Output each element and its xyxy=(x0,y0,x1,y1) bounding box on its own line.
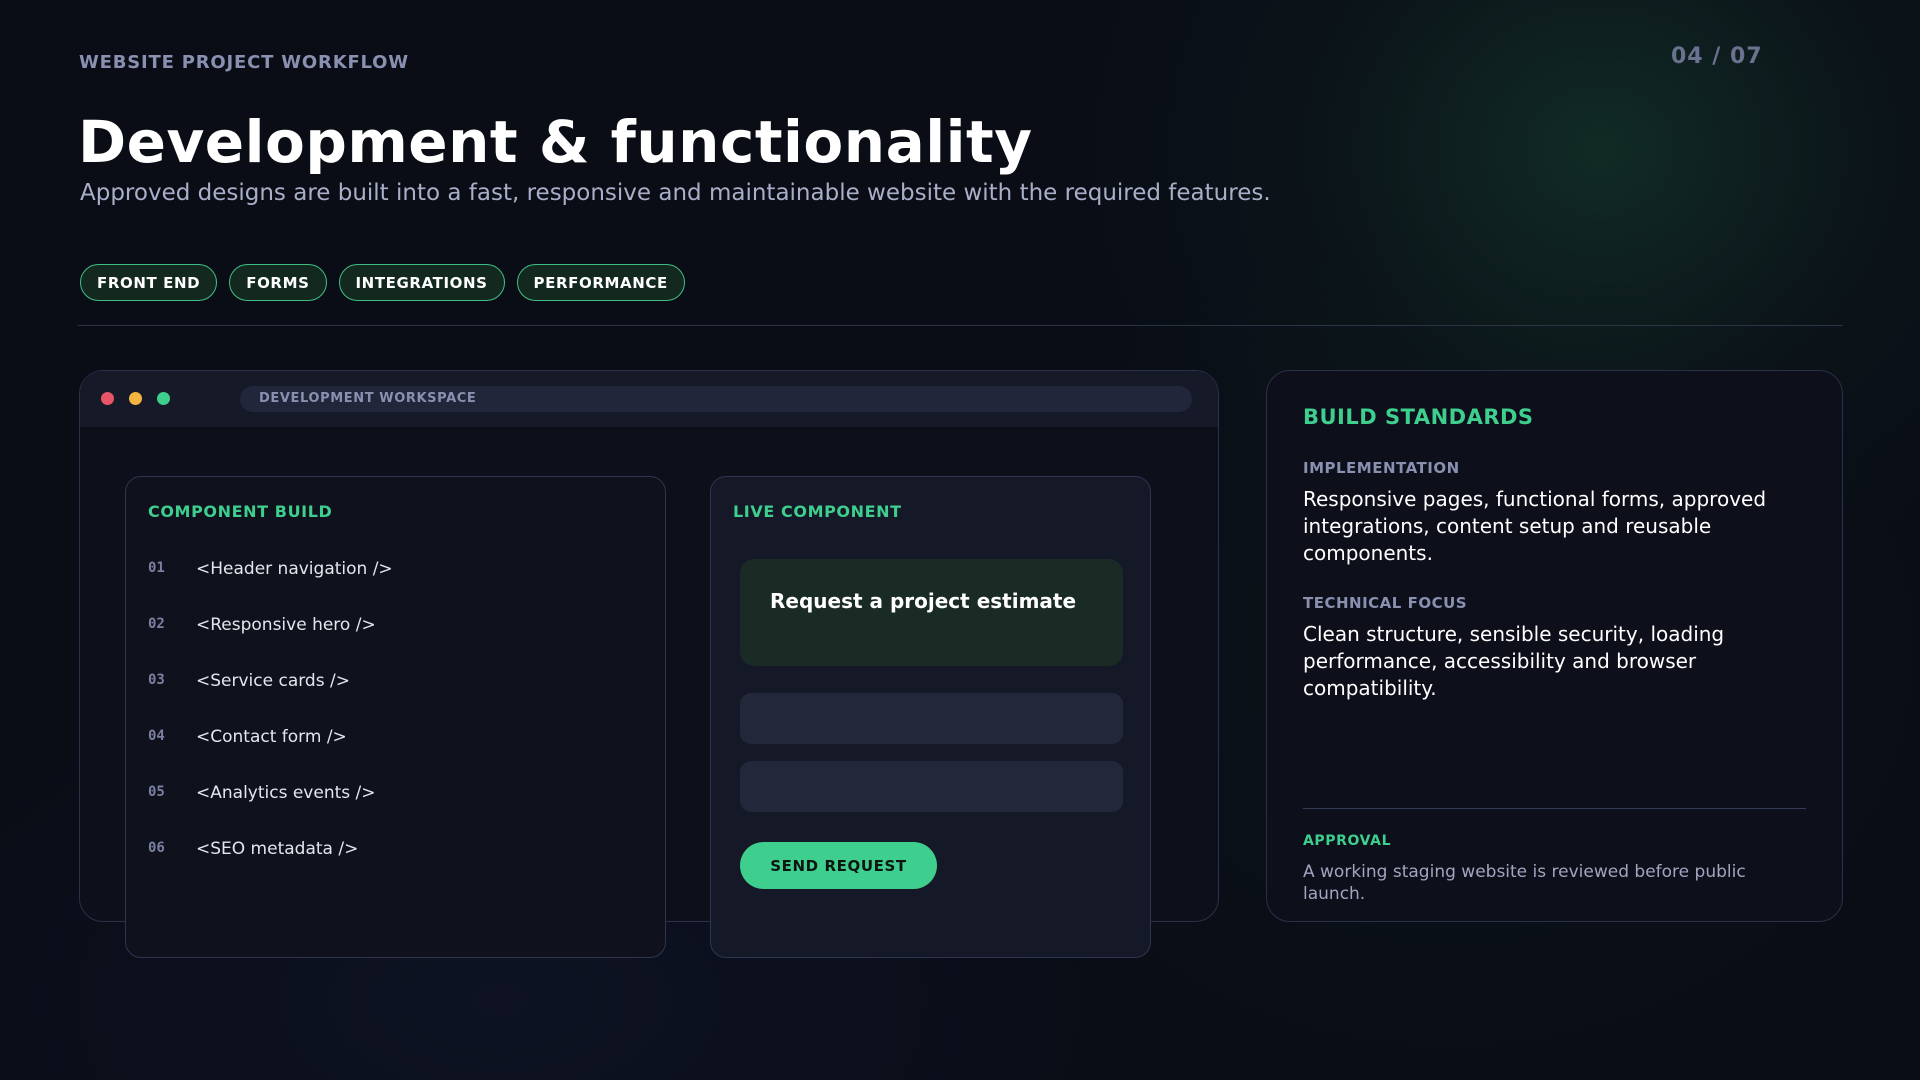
build-standards-card: BUILD STANDARDS IMPLEMENTATION Responsiv… xyxy=(1266,370,1843,922)
page-indicator: 04 / 07 xyxy=(1671,44,1763,69)
live-component-label: LIVE COMPONENT xyxy=(733,502,902,521)
build-standards-title: BUILD STANDARDS xyxy=(1303,405,1534,429)
approval-text: A working staging website is reviewed be… xyxy=(1303,862,1746,904)
form-field-2[interactable] xyxy=(740,761,1123,812)
header-divider xyxy=(78,325,1843,326)
page-title: Development & functionality xyxy=(78,108,1033,176)
list-item: 06 <SEO metadata /> xyxy=(148,839,393,895)
technical-focus-text: Clean structure, sensible security, load… xyxy=(1303,622,1725,700)
implementation-label: IMPLEMENTATION xyxy=(1303,459,1460,477)
list-item: 01 <Header navigation /> xyxy=(148,559,393,615)
component-list: 01 <Header navigation /> 02 <Responsive … xyxy=(148,559,393,895)
send-request-button[interactable]: SEND REQUEST xyxy=(740,842,937,889)
section-eyebrow: WEBSITE PROJECT WORKFLOW xyxy=(79,52,409,73)
window-minimize-dot-icon[interactable] xyxy=(129,392,142,405)
tag-integrations: INTEGRATIONS xyxy=(338,264,505,301)
component-tag: <Responsive hero /> xyxy=(196,615,376,635)
list-item: 02 <Responsive hero /> xyxy=(148,615,393,671)
component-tag: <Header navigation /> xyxy=(196,559,393,579)
page-subtitle: Approved designs are built into a fast, … xyxy=(80,180,1271,206)
component-tag: <Service cards /> xyxy=(196,671,350,691)
list-item: 03 <Service cards /> xyxy=(148,671,393,727)
window-maximize-dot-icon[interactable] xyxy=(157,392,170,405)
component-number: 04 xyxy=(148,728,165,744)
technical-focus-label: TECHNICAL FOCUS xyxy=(1303,594,1468,612)
approval-label: APPROVAL xyxy=(1303,833,1392,849)
tag-performance: PERFORMANCE xyxy=(516,264,685,301)
form-field-1[interactable] xyxy=(740,693,1123,744)
component-build-panel: COMPONENT BUILD 01 <Header navigation />… xyxy=(125,476,666,958)
component-tag: <Analytics events /> xyxy=(196,783,376,803)
live-component-panel: LIVE COMPONENT Request a project estimat… xyxy=(710,476,1151,958)
tag-front-end: FRONT END xyxy=(80,264,218,301)
list-item: 04 <Contact form /> xyxy=(148,727,393,783)
component-number: 02 xyxy=(148,616,165,632)
component-number: 06 xyxy=(148,840,165,856)
list-item: 05 <Analytics events /> xyxy=(148,783,393,839)
component-tag: <Contact form /> xyxy=(196,727,347,747)
window-title-bar: DEVELOPMENT WORKSPACE xyxy=(80,371,1218,427)
standards-divider xyxy=(1303,808,1806,809)
estimate-card-title: Request a project estimate xyxy=(770,589,1077,613)
component-number: 05 xyxy=(148,784,165,800)
implementation-text: Responsive pages, functional forms, appr… xyxy=(1303,487,1767,565)
tag-list: FRONT END FORMS INTEGRATIONS PERFORMANCE xyxy=(80,264,685,301)
component-build-label: COMPONENT BUILD xyxy=(148,502,333,521)
component-number: 03 xyxy=(148,672,165,688)
window-close-dot-icon[interactable] xyxy=(101,392,114,405)
estimate-card: Request a project estimate xyxy=(740,559,1123,666)
address-bar[interactable]: DEVELOPMENT WORKSPACE xyxy=(240,386,1192,412)
tag-forms: FORMS xyxy=(229,264,327,301)
component-tag: <SEO metadata /> xyxy=(196,839,359,859)
component-number: 01 xyxy=(148,560,165,576)
